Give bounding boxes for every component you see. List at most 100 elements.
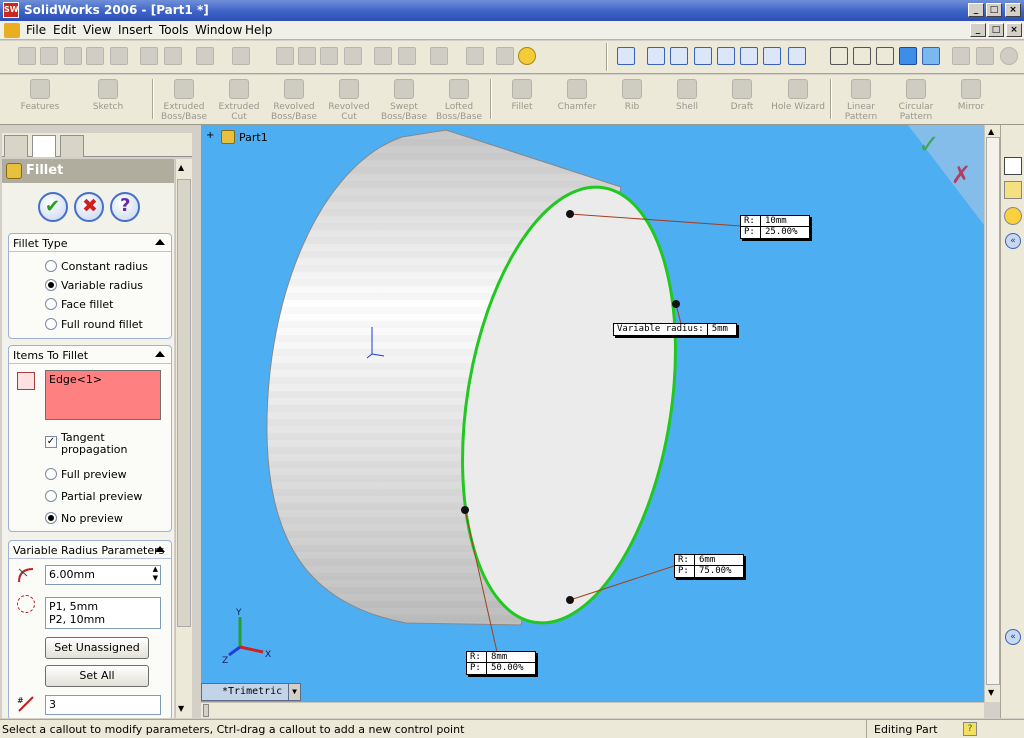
menu-edit[interactable]: Edit [53,23,76,37]
menu-file[interactable]: File [26,23,46,37]
menu-help[interactable]: Help [245,23,272,37]
control-point[interactable] [566,596,574,604]
shell-button[interactable]: Shell [659,79,715,112]
face-fillet-radio[interactable] [45,298,57,310]
hidden-lines-removed-icon[interactable] [876,47,894,65]
control-point[interactable] [566,210,574,218]
expand-task-pane-icon[interactable]: « [1005,629,1021,645]
copy-icon[interactable] [164,47,182,65]
scroll-up-icon[interactable]: ▲ [178,163,184,172]
fillet-button[interactable]: Fillet [494,79,550,112]
rib-button[interactable]: Rib [604,79,660,112]
help-button[interactable]: ? [110,192,140,222]
items-to-fillet-header[interactable]: Items To Fillet [9,346,171,364]
minimize-button[interactable]: _ [968,3,984,17]
viewport-vertical-scrollbar[interactable]: ▲ ▼ [984,125,1000,702]
linear-pattern-button[interactable]: Linear Pattern [833,79,889,122]
view-orientation-icon[interactable] [617,47,635,65]
radius-callout-vertex[interactable]: Variable radius: 5mm [613,323,737,336]
select-other-icon[interactable] [298,47,316,65]
print-icon[interactable] [86,47,104,65]
hole-wizard-button[interactable]: Hole Wizard [769,79,827,112]
list-item[interactable]: P2, 10mm [49,613,157,626]
property-manager-scrollbar[interactable]: ▲ ▼ [175,159,192,718]
doc-close-button[interactable]: × [1006,23,1022,37]
realview-icon[interactable] [1000,47,1018,65]
maximize-button[interactable]: □ [986,3,1002,17]
rebuild-icon[interactable] [398,47,416,65]
chevron-down-icon[interactable]: ▼ [288,684,300,700]
scroll-down-icon[interactable]: ▼ [178,704,184,713]
full-round-fillet-radio[interactable] [45,318,57,330]
scroll-down-icon[interactable]: ▼ [988,688,994,697]
options-icon[interactable] [466,47,484,65]
smart-dimension-icon[interactable] [344,47,362,65]
revolved-boss-button[interactable]: Revolved Boss/Base [266,79,322,122]
collapse-arrow-icon[interactable] [155,546,165,552]
lofted-boss-button[interactable]: Lofted Boss/Base [431,79,487,122]
zoom-selection-icon[interactable] [717,47,735,65]
set-all-button[interactable]: Set All [45,665,149,687]
variable-radius-header[interactable]: Variable Radius Parameters [9,541,171,559]
spinner-icon[interactable]: ▲ ▼ [153,565,158,583]
expand-tree-icon[interactable]: + [206,130,214,141]
document-icon[interactable] [4,23,20,38]
standard-views-icon[interactable] [788,47,806,65]
close-button[interactable]: × [1005,3,1021,17]
print-preview-icon[interactable] [110,47,128,65]
select-icon[interactable] [276,47,294,65]
collapse-task-pane-icon[interactable]: « [1005,233,1021,249]
menu-insert[interactable]: Insert [118,23,152,37]
search-icon[interactable] [1004,207,1022,225]
scroll-up-icon[interactable]: ▲ [988,127,994,136]
undo-icon[interactable] [196,47,214,65]
swept-boss-button[interactable]: Swept Boss/Base [376,79,432,122]
save-icon[interactable] [64,47,82,65]
confirm-check-icon[interactable]: ✓ [918,130,940,160]
collapse-arrow-icon[interactable] [155,239,165,245]
no-preview-radio[interactable] [45,512,57,524]
draft-button[interactable]: Draft [714,79,770,112]
view-name-dropdown[interactable]: *Trimetric ▼ [201,683,301,701]
properties-icon[interactable] [496,47,514,65]
control-point[interactable] [672,300,680,308]
circular-pattern-button[interactable]: Circular Pattern [888,79,944,122]
zoom-to-fit-icon[interactable] [647,47,665,65]
scroll-thumb[interactable] [203,704,209,717]
radius-callout-p2[interactable]: R: 8mm P: 50.00% [466,651,536,675]
tangent-propagation-checkbox[interactable]: ✓ [45,436,57,448]
vertex-list[interactable]: P1, 5mm P2, 10mm [45,597,161,629]
zoom-in-out-icon[interactable] [694,47,712,65]
shaded-with-edges-icon[interactable] [899,47,917,65]
equations-icon[interactable] [430,47,448,65]
home-icon[interactable] [1004,157,1022,175]
list-item[interactable]: P1, 5mm [49,600,157,613]
constant-radius-radio[interactable] [45,260,57,272]
collapse-arrow-icon[interactable] [155,351,165,357]
shadows-icon[interactable] [952,47,970,65]
set-unassigned-button[interactable]: Set Unassigned [45,637,149,659]
partial-preview-radio[interactable] [45,490,57,502]
grid-icon[interactable] [374,47,392,65]
radius-callout-p3[interactable]: R: 6mm P: 75.00% [674,554,744,578]
ok-button[interactable]: ✔ [38,192,68,222]
cut-icon[interactable] [140,47,158,65]
tab-configuration-manager[interactable] [60,135,84,157]
tab-property-manager[interactable] [32,135,56,157]
control-point[interactable] [461,506,469,514]
help-icon[interactable] [518,47,536,65]
variable-radius-radio[interactable] [45,279,57,291]
menu-window[interactable]: Window [195,23,242,37]
new-icon[interactable] [18,47,36,65]
cancel-button[interactable]: ✖ [74,192,104,222]
rotate-view-icon[interactable] [740,47,758,65]
redo-icon[interactable] [232,47,250,65]
menu-tools[interactable]: Tools [159,23,189,37]
graphics-viewport[interactable]: + Part1 ✓ ✗ R: 10mm P: 25.00% Variable rad… [201,125,984,702]
doc-minimize-button[interactable]: _ [970,23,986,37]
tree-root-label[interactable]: Part1 [239,131,268,144]
sketch-icon[interactable] [320,47,338,65]
revolved-cut-button[interactable]: Revolved Cut [321,79,377,122]
radius-input[interactable]: 6.00mm ▲ ▼ [45,565,161,585]
edge-selection-box[interactable]: Edge<1> [45,370,161,420]
